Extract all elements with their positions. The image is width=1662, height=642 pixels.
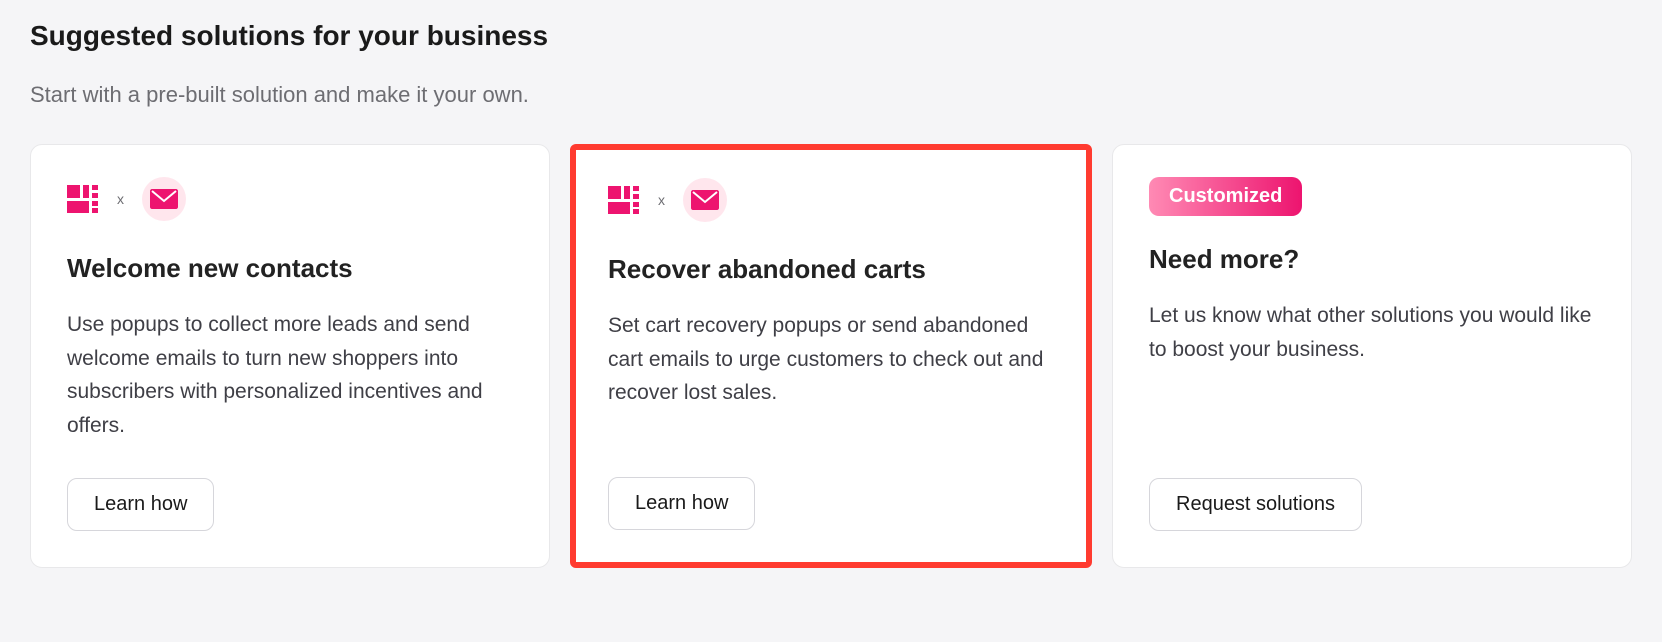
section-subtitle: Start with a pre-built solution and make… xyxy=(30,82,1632,108)
card-icon-row: x xyxy=(608,178,1054,222)
card-description: Let us know what other solutions you wou… xyxy=(1149,299,1595,442)
combine-x-label: x xyxy=(117,191,124,207)
card-description: Set cart recovery popups or send abandon… xyxy=(608,309,1054,441)
mail-icon xyxy=(683,178,727,222)
cards-container: x Welcome new contacts Use popups to col… xyxy=(30,144,1632,568)
learn-how-button[interactable]: Learn how xyxy=(608,477,755,530)
card-title: Recover abandoned carts xyxy=(608,254,1054,285)
learn-how-button[interactable]: Learn how xyxy=(67,478,214,531)
card-description: Use popups to collect more leads and sen… xyxy=(67,308,513,442)
combine-x-label: x xyxy=(658,192,665,208)
grid-icon xyxy=(608,184,640,216)
card-title: Need more? xyxy=(1149,244,1595,275)
request-solutions-button[interactable]: Request solutions xyxy=(1149,478,1362,531)
card-title: Welcome new contacts xyxy=(67,253,513,284)
card-welcome: x Welcome new contacts Use popups to col… xyxy=(30,144,550,568)
card-need-more: Customized Need more? Let us know what o… xyxy=(1112,144,1632,568)
section-title: Suggested solutions for your business xyxy=(30,20,1632,52)
customized-badge: Customized xyxy=(1149,177,1302,216)
card-recover: x Recover abandoned carts Set cart recov… xyxy=(570,144,1092,568)
grid-icon xyxy=(67,183,99,215)
card-icon-row: x xyxy=(67,177,513,221)
mail-icon xyxy=(142,177,186,221)
